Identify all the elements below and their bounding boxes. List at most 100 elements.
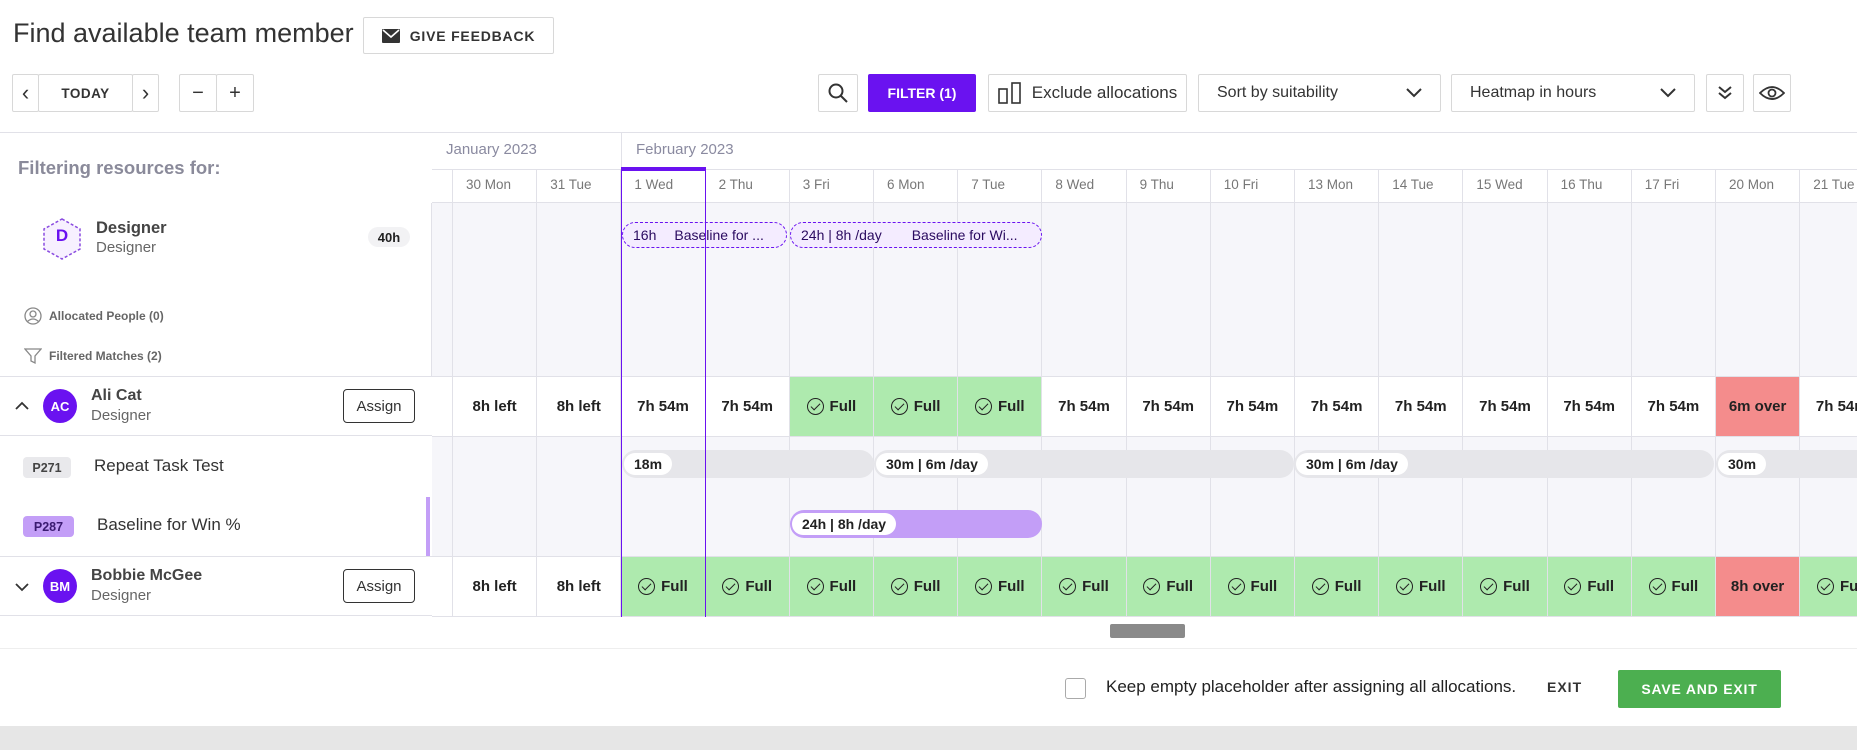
day-label: 17 Fri (1644, 177, 1680, 192)
give-feedback-button[interactable]: GIVE FEEDBACK (363, 17, 554, 54)
capacity-cell: 8h left (453, 557, 536, 616)
project-bar[interactable]: 30m | 6m /day (874, 450, 1294, 478)
capacity-cell: 7h 54m (621, 377, 704, 436)
person-role: Designer (91, 587, 152, 604)
chevron-down-icon (1406, 88, 1422, 98)
check-circle-icon (974, 578, 992, 595)
project-bar[interactable]: 24h | 8h /day (790, 510, 1042, 538)
collapse-all-button[interactable] (1706, 74, 1744, 112)
capacity-cell: Full (1379, 557, 1463, 616)
bar-label: 30m | 6m /day (876, 453, 988, 475)
day-label: 15 Wed (1476, 177, 1523, 192)
day-label: 16 Thu (1560, 177, 1603, 192)
chevron-down-icon[interactable] (15, 583, 29, 592)
capacity-value: Full (1334, 578, 1362, 595)
visibility-button[interactable] (1753, 74, 1791, 112)
capacity-value: Full (829, 398, 857, 415)
capacity-cell: 6m over (1716, 377, 1800, 436)
search-icon (828, 83, 848, 103)
allocated-people-link[interactable]: Allocated People (0) (49, 309, 164, 323)
capacity-cell: 7h 54m (706, 377, 789, 436)
chevron-up-icon[interactable] (15, 401, 29, 410)
role-letter: D (55, 226, 69, 245)
check-circle-icon (1564, 578, 1582, 595)
capacity-value: Full (1082, 578, 1109, 595)
filter-icon (24, 348, 42, 365)
month-label: January 2023 (446, 141, 537, 158)
next-button[interactable]: › (132, 74, 159, 112)
day-label: 21 Tue (1813, 177, 1855, 192)
chevron-down-icon (1660, 88, 1676, 98)
horizontal-scrollbar-thumb[interactable] (1110, 624, 1185, 638)
capacity-cell: 8h left (537, 557, 620, 616)
project-bar[interactable]: 30m (1716, 450, 1857, 478)
capacity-value: 8h left (472, 398, 517, 415)
capacity-cell: Full (1126, 557, 1210, 616)
sort-select-value: Sort by suitability (1217, 84, 1338, 101)
capacity-cell: 7h 54m (1379, 377, 1462, 436)
check-circle-icon (1480, 578, 1498, 595)
capacity-value: 7h 54m (1310, 398, 1363, 415)
day-label: 20 Mon (1729, 177, 1775, 192)
capacity-value: 7h 54m (1563, 398, 1616, 415)
capacity-value: Full (997, 398, 1025, 415)
capacity-value: 7h 54m (1479, 398, 1531, 415)
capacity-value: Full (661, 578, 688, 595)
project-bar[interactable]: 18m (622, 450, 874, 478)
filter-button[interactable]: FILTER (1) (868, 74, 976, 112)
keep-placeholder-checkbox[interactable] (1065, 678, 1086, 699)
exit-button[interactable]: EXIT (1547, 679, 1582, 695)
bar-label: 30m | 6m /day (1296, 453, 1408, 475)
heatmap-select[interactable]: Heatmap in hours (1451, 74, 1695, 112)
prev-button[interactable]: ‹ (12, 74, 39, 112)
allocation-label: Baseline for Wi... (911, 227, 1018, 243)
project-name: Baseline for Win % (97, 515, 241, 534)
month-label: February 2023 (636, 141, 734, 158)
capacity-cell: 7h 54m (1800, 377, 1857, 436)
sort-select[interactable]: Sort by suitability (1198, 74, 1441, 112)
capacity-value: 7h 54m (1394, 398, 1447, 415)
search-button[interactable] (818, 74, 858, 112)
project-code-tag: P271 (23, 457, 71, 478)
zoom-in-button[interactable]: + (216, 74, 254, 112)
person-name: Ali Cat (91, 387, 142, 404)
capacity-cell: Full (705, 557, 789, 616)
person-name: Bobbie McGee (91, 567, 203, 584)
filtered-matches-link[interactable]: Filtered Matches (2) (49, 349, 162, 363)
today-button[interactable]: TODAY (38, 74, 133, 112)
role-card: D Designer Designer 40h Allocated People… (0, 203, 432, 376)
eye-icon (1759, 86, 1785, 100)
day-label: 6 Mon (887, 177, 925, 192)
person-icon (24, 307, 42, 325)
footer: Keep empty placeholder after assigning a… (0, 648, 1857, 726)
capacity-cell: 7h 54m (1127, 377, 1210, 436)
zoom-out-button[interactable]: − (179, 74, 217, 112)
project-color-strip (426, 497, 430, 556)
person-row-bobbie-mcgee: BM Bobbie McGee Designer Assign (0, 556, 432, 616)
role-allocation-pill[interactable]: 16h Baseline for ... (622, 222, 787, 248)
keep-placeholder-label: Keep empty placeholder after assigning a… (1106, 677, 1517, 696)
check-circle-icon (806, 398, 824, 415)
exclude-allocations-button[interactable]: Exclude allocations (988, 74, 1187, 112)
capacity-cell: Full (874, 557, 958, 616)
capacity-cell: Full (1295, 557, 1379, 616)
day-label: 10 Fri (1223, 177, 1259, 192)
assign-button[interactable]: Assign (343, 569, 415, 603)
project-bar[interactable]: 30m | 6m /day (1294, 450, 1714, 478)
capacity-value: Full (1587, 578, 1615, 595)
capacity-cell: Full (1547, 557, 1631, 616)
exclude-allocations-label: Exclude allocations (1031, 83, 1178, 102)
capacity-cell: 7h 54m (1548, 377, 1631, 436)
day-label: 9 Thu (1139, 177, 1174, 192)
check-circle-icon (1816, 578, 1834, 595)
capacity-cell: 7h 54m (1042, 377, 1125, 436)
capacity-cell: 7h 54m (1463, 377, 1546, 436)
capacity-cell: Full (958, 557, 1042, 616)
check-circle-icon (974, 398, 992, 415)
avatar: BM (43, 569, 77, 603)
save-and-exit-button[interactable]: SAVE AND EXIT (1618, 670, 1781, 708)
capacity-value: 7h 54m (1226, 398, 1279, 415)
assign-button[interactable]: Assign (343, 389, 415, 423)
role-allocation-pill[interactable]: 24h | 8h /day Baseline for Wi... (790, 222, 1042, 248)
capacity-value: 7h 54m (1647, 398, 1700, 415)
